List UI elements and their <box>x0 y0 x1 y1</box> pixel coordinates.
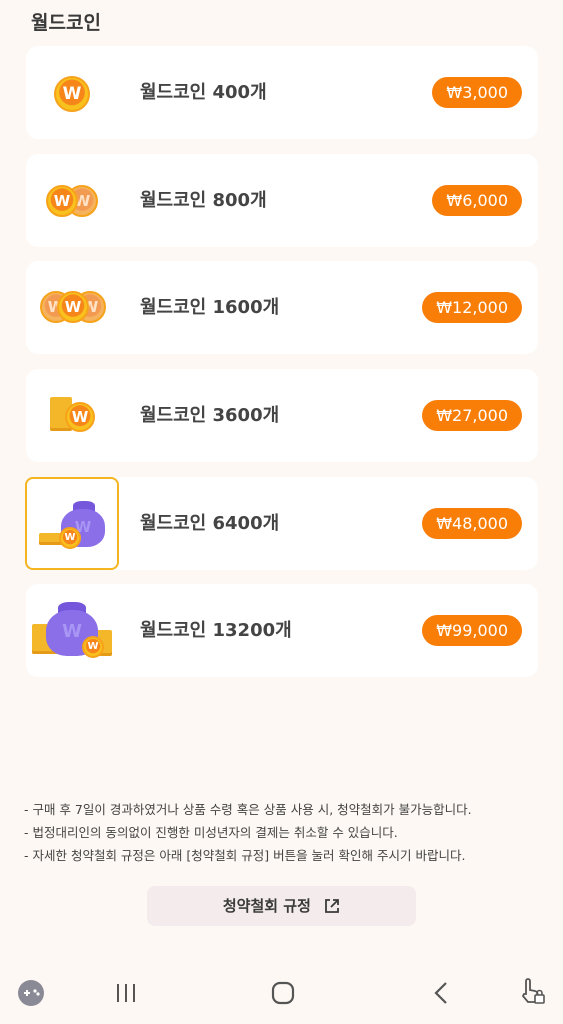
refund-notes: - 구매 후 7일이 경과하였거나 상품 수령 혹은 상품 사용 시, 청약철회… <box>24 798 472 867</box>
product-label: 월드코인 13200개 <box>140 620 292 641</box>
product-item-400[interactable]: W 월드코인 400개 ₩3,000 <box>26 46 538 139</box>
single-coin-icon: W <box>26 46 119 139</box>
product-item-6400[interactable]: W W 월드코인 6400개 ₩48,000 <box>25 477 538 570</box>
coin-glyph: W <box>54 76 90 112</box>
note-line: - 자세한 청약철회 규정은 아래 [청약철회 규정] 버튼을 눌러 확인해 주… <box>24 848 466 863</box>
product-label: 월드코인 800개 <box>140 190 267 211</box>
product-item-3600[interactable]: W 월드코인 3600개 ₩27,000 <box>26 369 538 462</box>
product-item-1600[interactable]: W W W 월드코인 1600개 ₩12,000 <box>26 261 538 354</box>
coin-glyph: W <box>65 402 95 432</box>
price-button[interactable]: ₩6,000 <box>432 185 522 216</box>
coin-glyph: W <box>57 291 89 323</box>
product-item-13200[interactable]: W W 월드코인 13200개 ₩99,000 <box>26 584 538 677</box>
price-button[interactable]: ₩12,000 <box>422 292 522 323</box>
withdrawal-policy-button[interactable]: 청약철회 규정 <box>147 886 416 926</box>
coin-bag-icon: W W <box>25 477 119 570</box>
product-item-800[interactable]: W W 월드코인 800개 ₩6,000 <box>26 154 538 247</box>
note-line: - 법정대리인의 동의없이 진행한 미성년자의 결제는 취소할 수 있습니다. <box>24 825 398 840</box>
product-label: 월드코인 3600개 <box>140 405 280 426</box>
system-navigation-bar <box>0 960 563 1024</box>
price-button[interactable]: ₩27,000 <box>422 400 522 431</box>
external-link-icon <box>325 899 340 913</box>
note-line: - 구매 후 7일이 경과하였거나 상품 수령 혹은 상품 사용 시, 청약철회… <box>24 802 472 817</box>
product-label: 월드코인 400개 <box>140 82 267 103</box>
product-label: 월드코인 1600개 <box>140 297 280 318</box>
page-title: 월드코인 <box>31 12 101 34</box>
coin-glyph: W <box>59 527 81 549</box>
touch-lock-icon[interactable] <box>518 976 546 1006</box>
product-label: 월드코인 6400개 <box>140 513 280 534</box>
recent-apps-icon[interactable] <box>115 982 137 1004</box>
coin-glyph: W <box>46 185 78 217</box>
coin-bag-large-icon: W W <box>26 584 119 677</box>
coin-glyph: W <box>82 636 104 658</box>
price-button[interactable]: ₩99,000 <box>422 615 522 646</box>
price-button[interactable]: ₩3,000 <box>432 77 522 108</box>
price-button[interactable]: ₩48,000 <box>422 508 522 539</box>
coin-stack-icon: W <box>26 369 119 462</box>
two-coins-icon: W W <box>26 154 119 247</box>
policy-button-label: 청약철회 규정 <box>222 897 311 915</box>
home-icon[interactable] <box>271 981 295 1005</box>
game-controller-icon[interactable] <box>16 980 46 1006</box>
three-coins-icon: W W W <box>26 261 119 354</box>
back-icon[interactable] <box>431 981 451 1005</box>
